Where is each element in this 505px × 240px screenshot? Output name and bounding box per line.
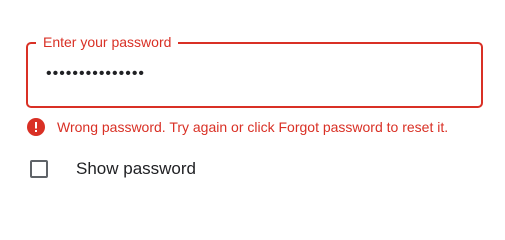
password-field[interactable]: Enter your password ••••••••••••••• — [26, 33, 483, 108]
error-message-row: Wrong password. Try again or click Forgo… — [27, 117, 448, 137]
password-field-label: Enter your password — [36, 33, 179, 51]
show-password-option[interactable]: Show password — [30, 158, 196, 180]
error-icon — [27, 118, 45, 136]
password-input[interactable]: ••••••••••••••• — [46, 64, 145, 84]
error-message: Wrong password. Try again or click Forgo… — [57, 119, 449, 135]
show-password-label[interactable]: Show password — [76, 158, 196, 180]
show-password-checkbox[interactable] — [30, 160, 48, 178]
password-step: Enter your password ••••••••••••••• Wron… — [0, 0, 505, 201]
